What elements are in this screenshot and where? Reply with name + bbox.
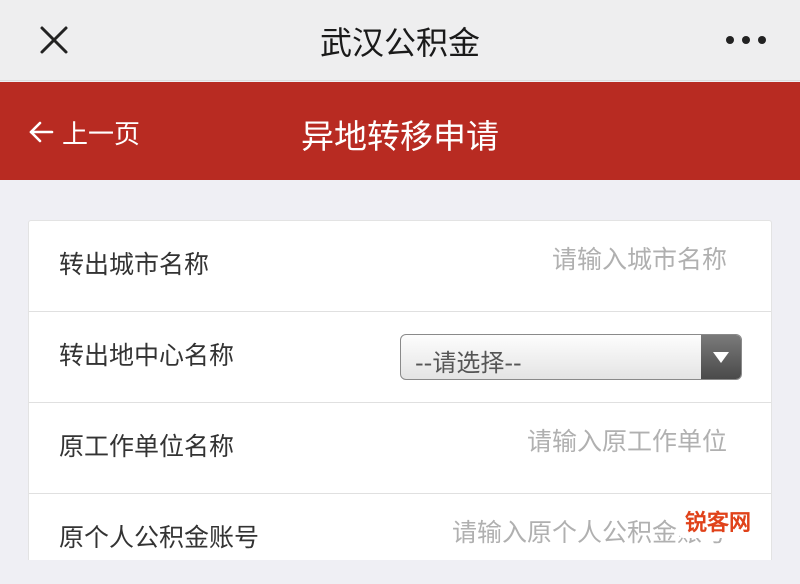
employer-label: 原工作单位名称 <box>59 432 235 461</box>
arrow-left-icon <box>29 121 54 143</box>
center-select-value: --请选择-- <box>415 349 522 377</box>
chevron-down-icon <box>713 352 729 363</box>
select-arrow <box>701 335 741 379</box>
center-select[interactable]: --请选择-- <box>400 334 742 380</box>
back-label: 上一页 <box>62 119 141 150</box>
app-title: 武汉公积金 <box>319 24 480 62</box>
transfer-form: 转出城市名称 转出地中心名称 --请选择-- 原工作单位名称 原个人公积金账号 <box>28 220 772 560</box>
form-row-center: 转出地中心名称 --请选择-- <box>29 312 771 402</box>
watermark-logo: 锐客网 <box>678 504 758 538</box>
form-row-account: 原个人公积金账号 <box>29 494 771 584</box>
center-label: 转出地中心名称 <box>59 341 235 370</box>
close-button[interactable] <box>34 20 74 60</box>
city-label: 转出城市名称 <box>59 250 210 279</box>
nav-bar: 上一页 异地转移申请 <box>0 82 800 180</box>
city-input[interactable] <box>427 245 727 274</box>
close-icon <box>40 26 68 54</box>
top-bar: 武汉公积金 <box>0 0 800 81</box>
more-button[interactable] <box>718 22 774 58</box>
account-label: 原个人公积金账号 <box>59 523 260 552</box>
employer-input[interactable] <box>427 427 727 456</box>
form-row-employer: 原工作单位名称 <box>29 403 771 493</box>
form-row-city: 转出城市名称 <box>29 221 771 311</box>
more-icon <box>726 36 766 44</box>
back-button[interactable]: 上一页 <box>28 112 140 152</box>
